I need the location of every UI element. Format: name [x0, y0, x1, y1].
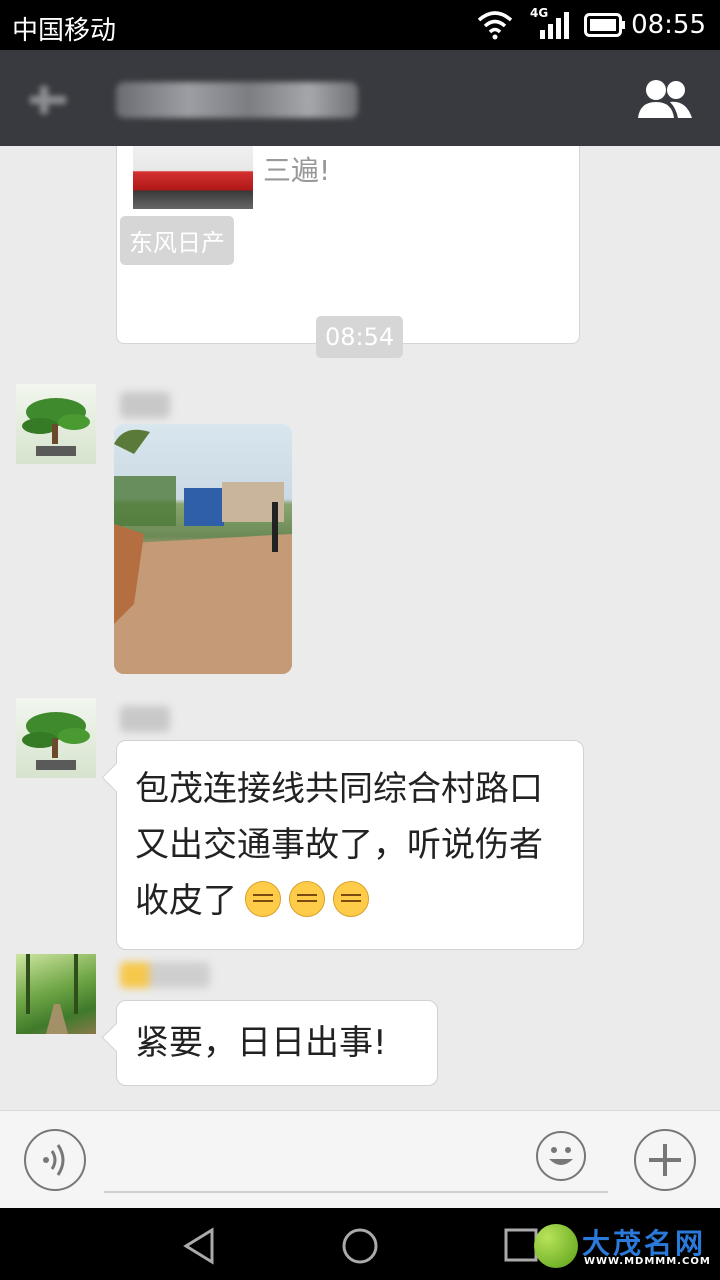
message-text: 收皮了 [135, 881, 237, 921]
chat-title-redacted [116, 82, 358, 118]
back-icon[interactable] [26, 80, 70, 120]
bonsai-tree-icon [22, 712, 90, 770]
smirk-emoji-icon [333, 881, 369, 917]
more-options-button[interactable] [634, 1129, 696, 1191]
accident-photo[interactable] [114, 424, 292, 674]
message-bubble[interactable]: 紧要，日日出事! [116, 1000, 438, 1086]
chat-message-list[interactable]: 三遍! 东风日产 08:54 包茂连接线共同综合村路口 又出交通事故了，听说伤者… [0, 146, 720, 1110]
chat-title-bar [0, 50, 720, 146]
sender-avatar[interactable] [16, 384, 96, 464]
voice-icon [43, 1144, 65, 1176]
sender-name-redacted [120, 962, 210, 988]
message-input-bar [0, 1110, 720, 1208]
sender-name-redacted [120, 392, 170, 418]
emoji-icon [549, 1147, 573, 1165]
bonsai-tree-icon [22, 398, 90, 456]
message-timestamp: 08:54 [316, 316, 404, 358]
voice-input-button[interactable] [24, 1129, 86, 1191]
photo-scene [114, 429, 292, 674]
link-thumbnail [133, 146, 253, 209]
sender-avatar[interactable] [16, 698, 96, 778]
carrier-name: 中国移动 [12, 16, 117, 46]
clock: 08:55 [631, 10, 706, 40]
home-circle-icon[interactable] [340, 1226, 380, 1266]
battery-icon [584, 13, 625, 37]
message-input[interactable] [104, 1191, 608, 1193]
sender-avatar[interactable] [16, 954, 96, 1034]
message-text: 紧要，日日出事! [135, 1023, 387, 1063]
watermark-logo-icon [534, 1224, 578, 1268]
watermark-url: WWW.MDMMM.COM [584, 1256, 711, 1267]
emoji-button[interactable] [536, 1131, 586, 1181]
source-label: 东风日产 [120, 216, 234, 265]
smirk-emoji-icon [289, 881, 325, 917]
sender-name-redacted [120, 706, 170, 732]
status-bar: 中国移动 4G 08:55 [0, 0, 720, 50]
link-card-text: 三遍! [263, 154, 331, 187]
plus-icon [649, 1144, 681, 1176]
signal-icon [540, 12, 569, 39]
forest-path-icon [26, 954, 78, 1034]
back-triangle-icon[interactable] [180, 1226, 220, 1266]
group-members-icon[interactable] [636, 78, 694, 120]
message-text: 又出交通事故了，听说伤者 [135, 825, 543, 865]
site-watermark: 大茂名网 WWW.MDMMM.COM [534, 1222, 714, 1272]
wifi-icon [477, 11, 513, 40]
message-text: 包茂连接线共同综合村路口 [135, 769, 543, 809]
smirk-emoji-icon [245, 881, 281, 917]
message-bubble[interactable]: 包茂连接线共同综合村路口 又出交通事故了，听说伤者 收皮了 [116, 740, 584, 950]
